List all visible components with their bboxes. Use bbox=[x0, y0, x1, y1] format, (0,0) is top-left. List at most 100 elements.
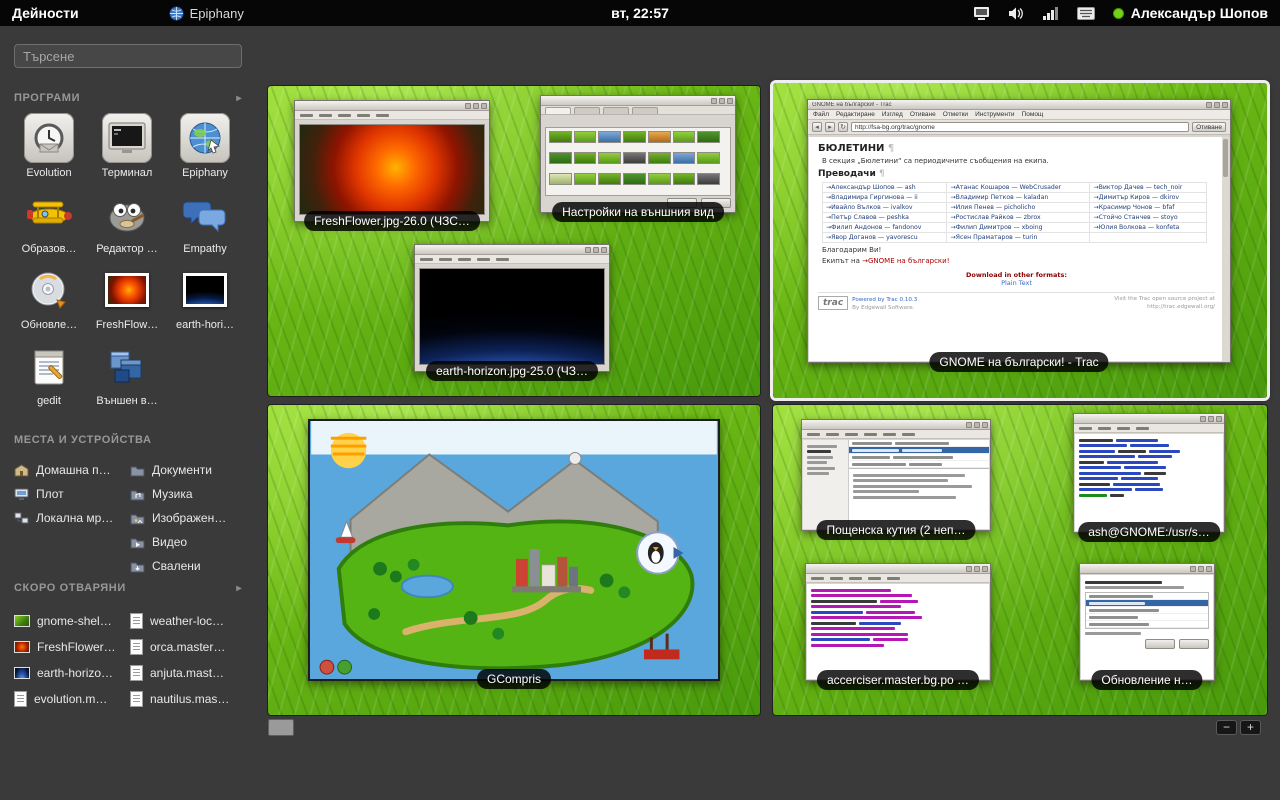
translator-link[interactable]: →Владимира Гиргинова — ii bbox=[823, 193, 947, 203]
text-file-icon bbox=[14, 691, 27, 707]
translator-link[interactable]: →Петър Славов — peshka bbox=[823, 213, 947, 223]
app-menu[interactable]: Epiphany bbox=[169, 6, 244, 21]
workspace-3[interactable]: GCompris bbox=[268, 405, 760, 715]
activities-button[interactable]: Дейности bbox=[0, 5, 91, 21]
app-software-update[interactable]: Обновле… bbox=[10, 264, 88, 340]
menu-edit[interactable]: Редактиране bbox=[836, 111, 875, 118]
place-downloads[interactable]: Свалени bbox=[130, 554, 244, 578]
menu-bookmarks[interactable]: Отметки bbox=[943, 111, 968, 118]
app-empathy[interactable]: Empathy bbox=[166, 188, 244, 264]
translator-link[interactable]: →Ясен Праматаров — turin bbox=[947, 233, 1090, 243]
powered-by-text: Powered by Trac 0.10.3 By Edgewall Softw… bbox=[852, 296, 917, 313]
translator-link[interactable]: →Атанас Кошаров — WebCrusader bbox=[947, 183, 1090, 193]
forward-button[interactable]: ▸ bbox=[825, 122, 835, 132]
app-epiphany[interactable]: Epiphany bbox=[166, 112, 244, 188]
place-local-network[interactable]: Локална мр… bbox=[14, 506, 128, 530]
places-column-left: Домашна п… Плот Локална мр… bbox=[14, 458, 128, 530]
app-label: Evolution bbox=[26, 167, 71, 179]
window-earth-horizon[interactable]: earth-horizon.jpg-25.0 (ЧЗ… bbox=[414, 244, 610, 372]
place-documents[interactable]: Документи bbox=[130, 458, 244, 482]
recent-orca-master[interactable]: orca.master… bbox=[130, 634, 244, 660]
translator-link[interactable]: →Ростислав Райков — zbrox bbox=[947, 213, 1090, 223]
network-signal-icon[interactable] bbox=[1043, 6, 1059, 20]
address-bar[interactable]: http://fsa-bg.org/trac/gnome bbox=[851, 122, 1189, 132]
recent-expand-icon[interactable]: ▸ bbox=[236, 583, 242, 594]
translator-link[interactable]: →Явор Доганов — yavorescu bbox=[823, 233, 947, 243]
translator-link[interactable]: →Димитър Киров — dkirov bbox=[1090, 193, 1207, 203]
place-home[interactable]: Домашна п… bbox=[14, 458, 128, 482]
window-gcompris[interactable]: GCompris bbox=[308, 419, 720, 681]
menu-file[interactable]: Файл bbox=[813, 111, 829, 118]
app-gedit[interactable]: gedit bbox=[10, 340, 88, 416]
recent-weather-locations[interactable]: weather-loc… bbox=[130, 608, 244, 634]
app-gcompris[interactable]: Образов… bbox=[10, 188, 88, 264]
window-update-manager[interactable]: Обновление н… bbox=[1079, 563, 1215, 681]
app-appearance[interactable]: Външен в… bbox=[88, 340, 166, 416]
window-menubar bbox=[415, 255, 609, 264]
translator-link[interactable]: →Стойчо Станчев — stoyo bbox=[1090, 213, 1207, 223]
menu-view[interactable]: Изглед bbox=[882, 111, 903, 118]
app-earth-horizon-image[interactable]: earth-hori… bbox=[166, 264, 244, 340]
recent-earth-horizon[interactable]: earth-horizo… bbox=[14, 660, 128, 686]
workspace-4[interactable]: Пощенска кутия (2 неп… ash@GNOME:/usr/s… bbox=[773, 405, 1267, 715]
recent-freshflower[interactable]: FreshFlower… bbox=[14, 634, 128, 660]
menu-tools[interactable]: Инструменти bbox=[975, 111, 1015, 118]
translator-link[interactable] bbox=[1090, 233, 1207, 243]
recent-evolution-file[interactable]: evolution.m… bbox=[14, 686, 128, 712]
table-row: →Ивайло Вълков — ivalkov →Илия Пенев — p… bbox=[823, 203, 1207, 213]
translator-link[interactable]: →Красимир Чонов — bfaf bbox=[1090, 203, 1207, 213]
overview-sidebar: ПРОГРАМИ ▸ Evolution bbox=[0, 26, 260, 800]
translator-link[interactable]: →Ивайло Вълков — ivalkov bbox=[823, 203, 947, 213]
place-desktop[interactable]: Плот bbox=[14, 482, 128, 506]
translator-link[interactable]: →Александър Шопов — ash bbox=[823, 183, 947, 193]
window-po-editor[interactable]: accerciser.master.bg.po … bbox=[805, 563, 991, 681]
recent-anjuta-master[interactable]: anjuta.mast… bbox=[130, 660, 244, 686]
gnome-bg-link[interactable]: →GNOME на български! bbox=[862, 257, 949, 265]
window-trac-browser[interactable]: GNOME на български! - Trac Файл Редактир… bbox=[807, 99, 1231, 363]
window-menubar bbox=[802, 430, 990, 439]
trac-link[interactable]: Powered by Trac 0.10.3 bbox=[852, 297, 917, 303]
menu-help[interactable]: Помощ bbox=[1022, 111, 1044, 118]
translator-link[interactable]: →Филип Андонов — fandonov bbox=[823, 223, 947, 233]
remove-workspace-button[interactable]: − bbox=[1216, 720, 1237, 735]
user-menu[interactable]: Александър Шопов bbox=[1113, 5, 1268, 21]
app-evolution[interactable]: Evolution bbox=[10, 112, 88, 188]
window-terminal[interactable]: ash@GNOME:/usr/s… bbox=[1073, 413, 1225, 533]
translator-link[interactable]: →Владимир Петков — kaladan bbox=[947, 193, 1090, 203]
place-music[interactable]: Музика bbox=[130, 482, 244, 506]
programs-expand-icon[interactable]: ▸ bbox=[236, 93, 242, 104]
window-buttons bbox=[1190, 566, 1212, 572]
translator-link[interactable]: →Виктор Дачев — tech_noir bbox=[1090, 183, 1207, 193]
workspace-indicator[interactable] bbox=[268, 719, 294, 736]
menu-go[interactable]: Отиване bbox=[910, 111, 936, 118]
window-mailbox[interactable]: Пощенска кутия (2 неп… bbox=[801, 419, 991, 531]
translator-link[interactable]: →Юлия Волкова — konfeta bbox=[1090, 223, 1207, 233]
recent-gnome-shell[interactable]: gnome-shel… bbox=[14, 608, 128, 634]
window-appearance[interactable]: Настройки на външния вид bbox=[540, 95, 736, 213]
place-pictures[interactable]: Изображен… bbox=[130, 506, 244, 530]
go-button[interactable]: Отиване bbox=[1192, 122, 1226, 132]
translator-link[interactable]: →Илия Пенев — picholicho bbox=[947, 203, 1090, 213]
place-videos[interactable]: Видео bbox=[130, 530, 244, 554]
browser-scrollbar[interactable] bbox=[1222, 137, 1229, 361]
app-freshflower-image[interactable]: FreshFlow… bbox=[88, 264, 166, 340]
app-image-editor[interactable]: Редактор … bbox=[88, 188, 166, 264]
display-icon[interactable] bbox=[973, 6, 990, 21]
window-freshflower[interactable]: FreshFlower.jpg-26.0 (ЧЗС… bbox=[294, 100, 490, 222]
dialog-button[interactable] bbox=[1145, 639, 1175, 649]
workspace-1[interactable]: FreshFlower.jpg-26.0 (ЧЗС… Настройки на … bbox=[268, 86, 760, 396]
plain-text-link[interactable]: Plain Text bbox=[818, 279, 1215, 287]
volume-icon[interactable] bbox=[1008, 6, 1025, 21]
search-input[interactable] bbox=[14, 44, 242, 68]
translator-link[interactable]: →Филип Димитров — xboing bbox=[947, 223, 1090, 233]
keyboard-icon[interactable] bbox=[1077, 7, 1095, 20]
recent-nautilus-master[interactable]: nautilus.mas… bbox=[130, 686, 244, 712]
app-terminal[interactable]: Терминал bbox=[88, 112, 166, 188]
workspace-2[interactable]: GNOME на български! - Trac Файл Редактир… bbox=[773, 83, 1267, 398]
dialog-button[interactable] bbox=[1179, 639, 1209, 649]
back-button[interactable]: ◂ bbox=[812, 122, 822, 132]
reload-button[interactable]: ↻ bbox=[838, 122, 848, 132]
clock[interactable]: вт, 22:57 bbox=[611, 5, 669, 21]
add-workspace-button[interactable]: + bbox=[1240, 720, 1261, 735]
window-menubar bbox=[1074, 424, 1224, 433]
